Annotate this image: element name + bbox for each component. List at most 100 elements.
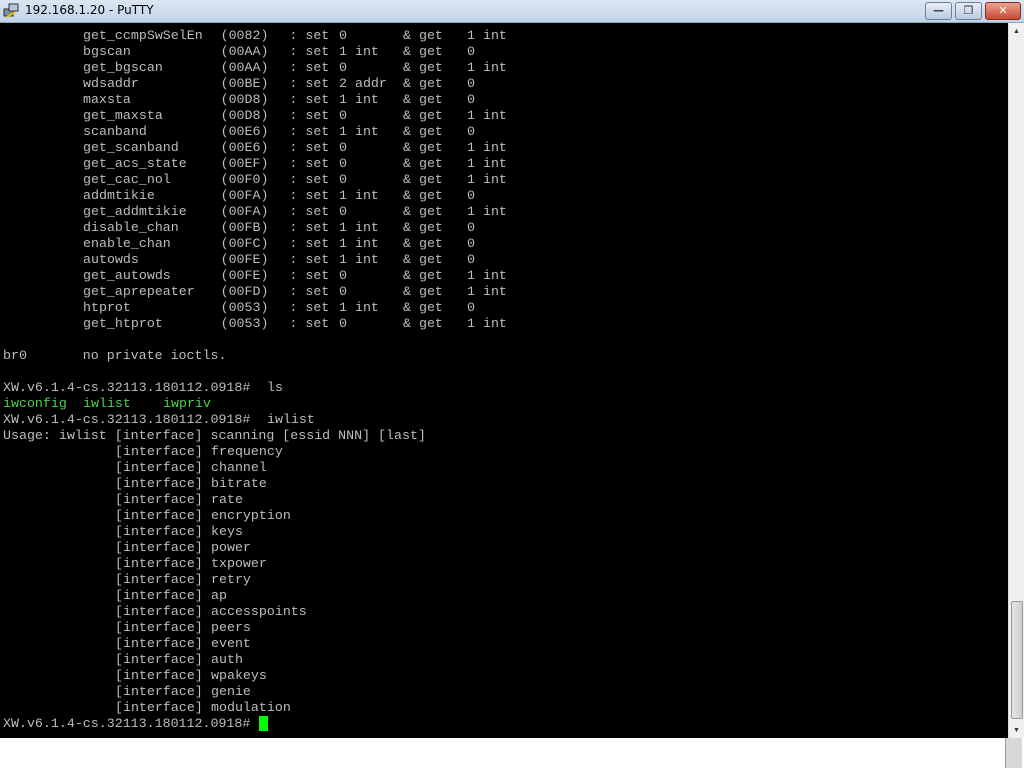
text-segment: (00D8) (220, 92, 269, 107)
text-segment: maxsta (83, 92, 131, 107)
text-segment: bitrate (211, 476, 267, 491)
text-segment: : set (289, 204, 330, 219)
text-segment: : set (289, 252, 330, 267)
text-segment: [interface] (115, 524, 203, 539)
text-segment: 0 (339, 172, 347, 187)
text-segment: 0 (339, 284, 347, 299)
text-segment: 1 int (339, 300, 379, 315)
text-segment: disable_chan (83, 220, 179, 235)
text-segment: 1 int (467, 28, 507, 43)
text-segment: & get (403, 268, 443, 283)
text-segment: [interface] (115, 508, 203, 523)
text-segment: & get (403, 60, 443, 75)
text-segment: : set (289, 76, 330, 91)
text-segment: [interface] (115, 492, 203, 507)
text-segment: 0 (467, 124, 475, 139)
text-segment: peers (211, 620, 251, 635)
text-segment: [interface] (115, 620, 203, 635)
text-segment: (00BE) (220, 76, 269, 91)
text-segment: & get (403, 44, 443, 59)
text-segment: 0 (467, 300, 475, 315)
text-segment: 0 (467, 44, 475, 59)
text-segment: (00F0) (220, 172, 269, 187)
text-segment: : set (289, 172, 330, 187)
text-segment: retry (211, 572, 251, 587)
text-segment: (0082) (220, 28, 269, 43)
background-window (0, 738, 1024, 768)
text-segment: 0 (339, 140, 347, 155)
text-segment: 0 (339, 268, 347, 283)
text-segment: accesspoints (211, 604, 307, 619)
text-segment: autowds (83, 252, 139, 267)
text-segment: & get (403, 220, 443, 235)
text-segment: : set (289, 92, 330, 107)
text-segment: : set (289, 60, 330, 75)
text-segment: 1 int (467, 60, 507, 75)
scroll-up-icon[interactable]: ▲ (1013, 27, 1020, 35)
text-segment: & get (403, 92, 443, 107)
text-segment: 0 (339, 28, 347, 43)
text-segment: [interface] (115, 444, 203, 459)
window-title: 192.168.1.20 - PuTTY (25, 3, 154, 17)
text-segment: event (211, 636, 251, 651)
text-segment: get_addmtikie (83, 204, 187, 219)
text-segment: 0 (467, 236, 475, 251)
text-segment: 1 int (467, 316, 507, 331)
scrollbar-thumb[interactable] (1011, 601, 1023, 719)
text-segment: 0 (467, 92, 475, 107)
text-segment: bgscan (83, 44, 131, 59)
text-segment: Usage: iwlist [interface] scanning [essi… (3, 428, 426, 443)
text-segment: get_bgscan (83, 60, 163, 75)
cursor-holder (251, 716, 268, 733)
minimize-button[interactable]: — (925, 2, 952, 20)
restore-button[interactable]: ❐ (955, 2, 982, 20)
scroll-down-icon[interactable]: ▼ (1013, 726, 1020, 734)
text-segment: 0 (467, 188, 475, 203)
text-segment: & get (403, 172, 443, 187)
text-segment: 1 int (339, 236, 379, 251)
text-segment: & get (403, 76, 443, 91)
text-segment: : set (289, 316, 330, 331)
text-segment: get_autowds (83, 268, 171, 283)
text-segment: [interface] (115, 700, 203, 715)
text-segment: 1 int (339, 44, 379, 59)
title-bar[interactable]: 192.168.1.20 - PuTTY — ❐ ✕ (0, 0, 1024, 23)
text-segment: [interface] (115, 636, 203, 651)
text-segment: wpakeys (211, 668, 267, 683)
text-segment: 1 int (339, 252, 379, 267)
terminal[interactable]: get_ccmpSwSelEn (0082): set 0 & get 1 int bgs… (0, 23, 1008, 738)
text-segment: XW.v6.1.4-cs.32113.180112.0918# (3, 380, 251, 395)
text-segment: (00FA) (220, 188, 269, 203)
text-segment: [interface] (115, 556, 203, 571)
text-segment: 1 int (467, 204, 507, 219)
text-segment: & get (403, 28, 443, 43)
text-segment: 0 (467, 220, 475, 235)
text-segment: (0053) (220, 316, 269, 331)
text-segment: (00FC) (220, 236, 269, 251)
text-segment: : set (289, 236, 330, 251)
text-segment: & get (403, 300, 443, 315)
text-segment: 0 (339, 108, 347, 123)
text-segment: & get (403, 204, 443, 219)
text-segment: keys (211, 524, 243, 539)
text-segment: channel (211, 460, 267, 475)
text-segment: : set (289, 140, 330, 155)
text-segment: (0053) (220, 300, 269, 315)
close-button[interactable]: ✕ (985, 2, 1021, 20)
text-segment: iwlist (267, 412, 315, 427)
text-segment: 1 int (467, 268, 507, 283)
text-segment: [interface] (115, 684, 203, 699)
background-scrollbar (1005, 738, 1022, 768)
text-segment: auth (211, 652, 243, 667)
text-segment: 0 (339, 156, 347, 171)
text-segment: iwpriv (163, 396, 211, 411)
text-segment: iwconfig (3, 396, 67, 411)
text-segment: & get (403, 124, 443, 139)
terminal-scrollbar[interactable]: ▲ ▼ (1008, 23, 1024, 738)
text-segment: : set (289, 188, 330, 203)
text-segment: 1 int (467, 172, 507, 187)
text-segment: 1 int (467, 156, 507, 171)
text-segment: [interface] (115, 572, 203, 587)
text-segment: get_acs_state (83, 156, 187, 171)
text-segment: : set (289, 108, 330, 123)
